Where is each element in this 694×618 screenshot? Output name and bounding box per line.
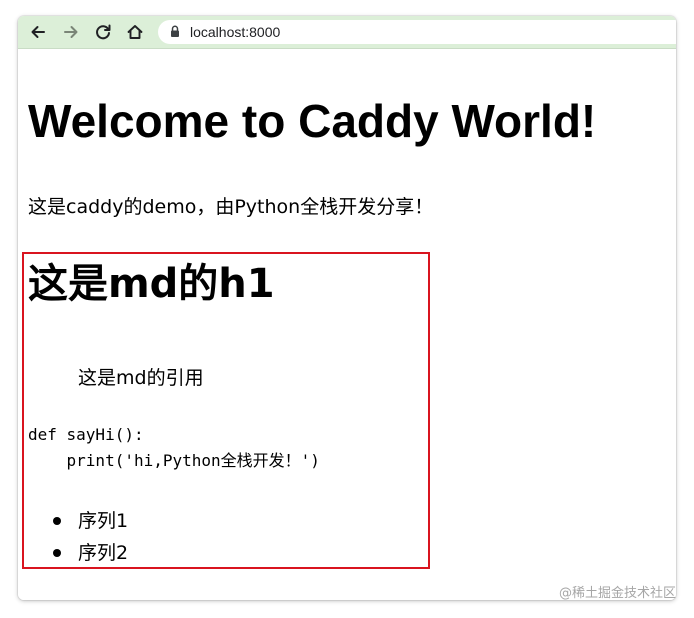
- browser-toolbar: localhost:8000: [18, 16, 676, 49]
- browser-window: localhost:8000 Welcome to Caddy World! 这…: [18, 16, 676, 600]
- markdown-code-block: def sayHi(): print('hi,Python全栈开发！'): [28, 422, 320, 474]
- home-icon: [127, 25, 143, 39]
- markdown-blockquote: 这是md的引用: [78, 367, 204, 389]
- page-viewport: Welcome to Caddy World! 这是caddy的demo，由Py…: [18, 49, 676, 600]
- arrow-right-icon: [64, 26, 78, 38]
- home-button[interactable]: [124, 21, 146, 43]
- reload-icon: [96, 24, 111, 40]
- arrow-left-icon: [31, 26, 45, 38]
- back-button[interactable]: [27, 21, 49, 43]
- code-line: print('hi,Python全栈开发！'): [28, 451, 320, 470]
- watermark: @稀土掘金技术社区: [558, 586, 676, 601]
- reload-button[interactable]: [92, 21, 114, 43]
- url-text: localhost:8000: [190, 24, 281, 40]
- markdown-h1: 这是md的h1: [28, 261, 275, 307]
- lock-icon: [171, 25, 179, 37]
- page-title: Welcome to Caddy World!: [28, 95, 597, 147]
- code-line: def sayHi():: [28, 425, 144, 444]
- list-item-text: 序列1: [78, 510, 129, 532]
- bullet-icon: [53, 517, 61, 525]
- bullet-icon: [53, 549, 61, 557]
- list-item-text: 序列2: [78, 542, 129, 564]
- address-bar[interactable]: localhost:8000: [158, 20, 676, 44]
- intro-text: 这是caddy的demo，由Python全栈开发分享！: [28, 196, 434, 218]
- forward-button[interactable]: [60, 21, 82, 43]
